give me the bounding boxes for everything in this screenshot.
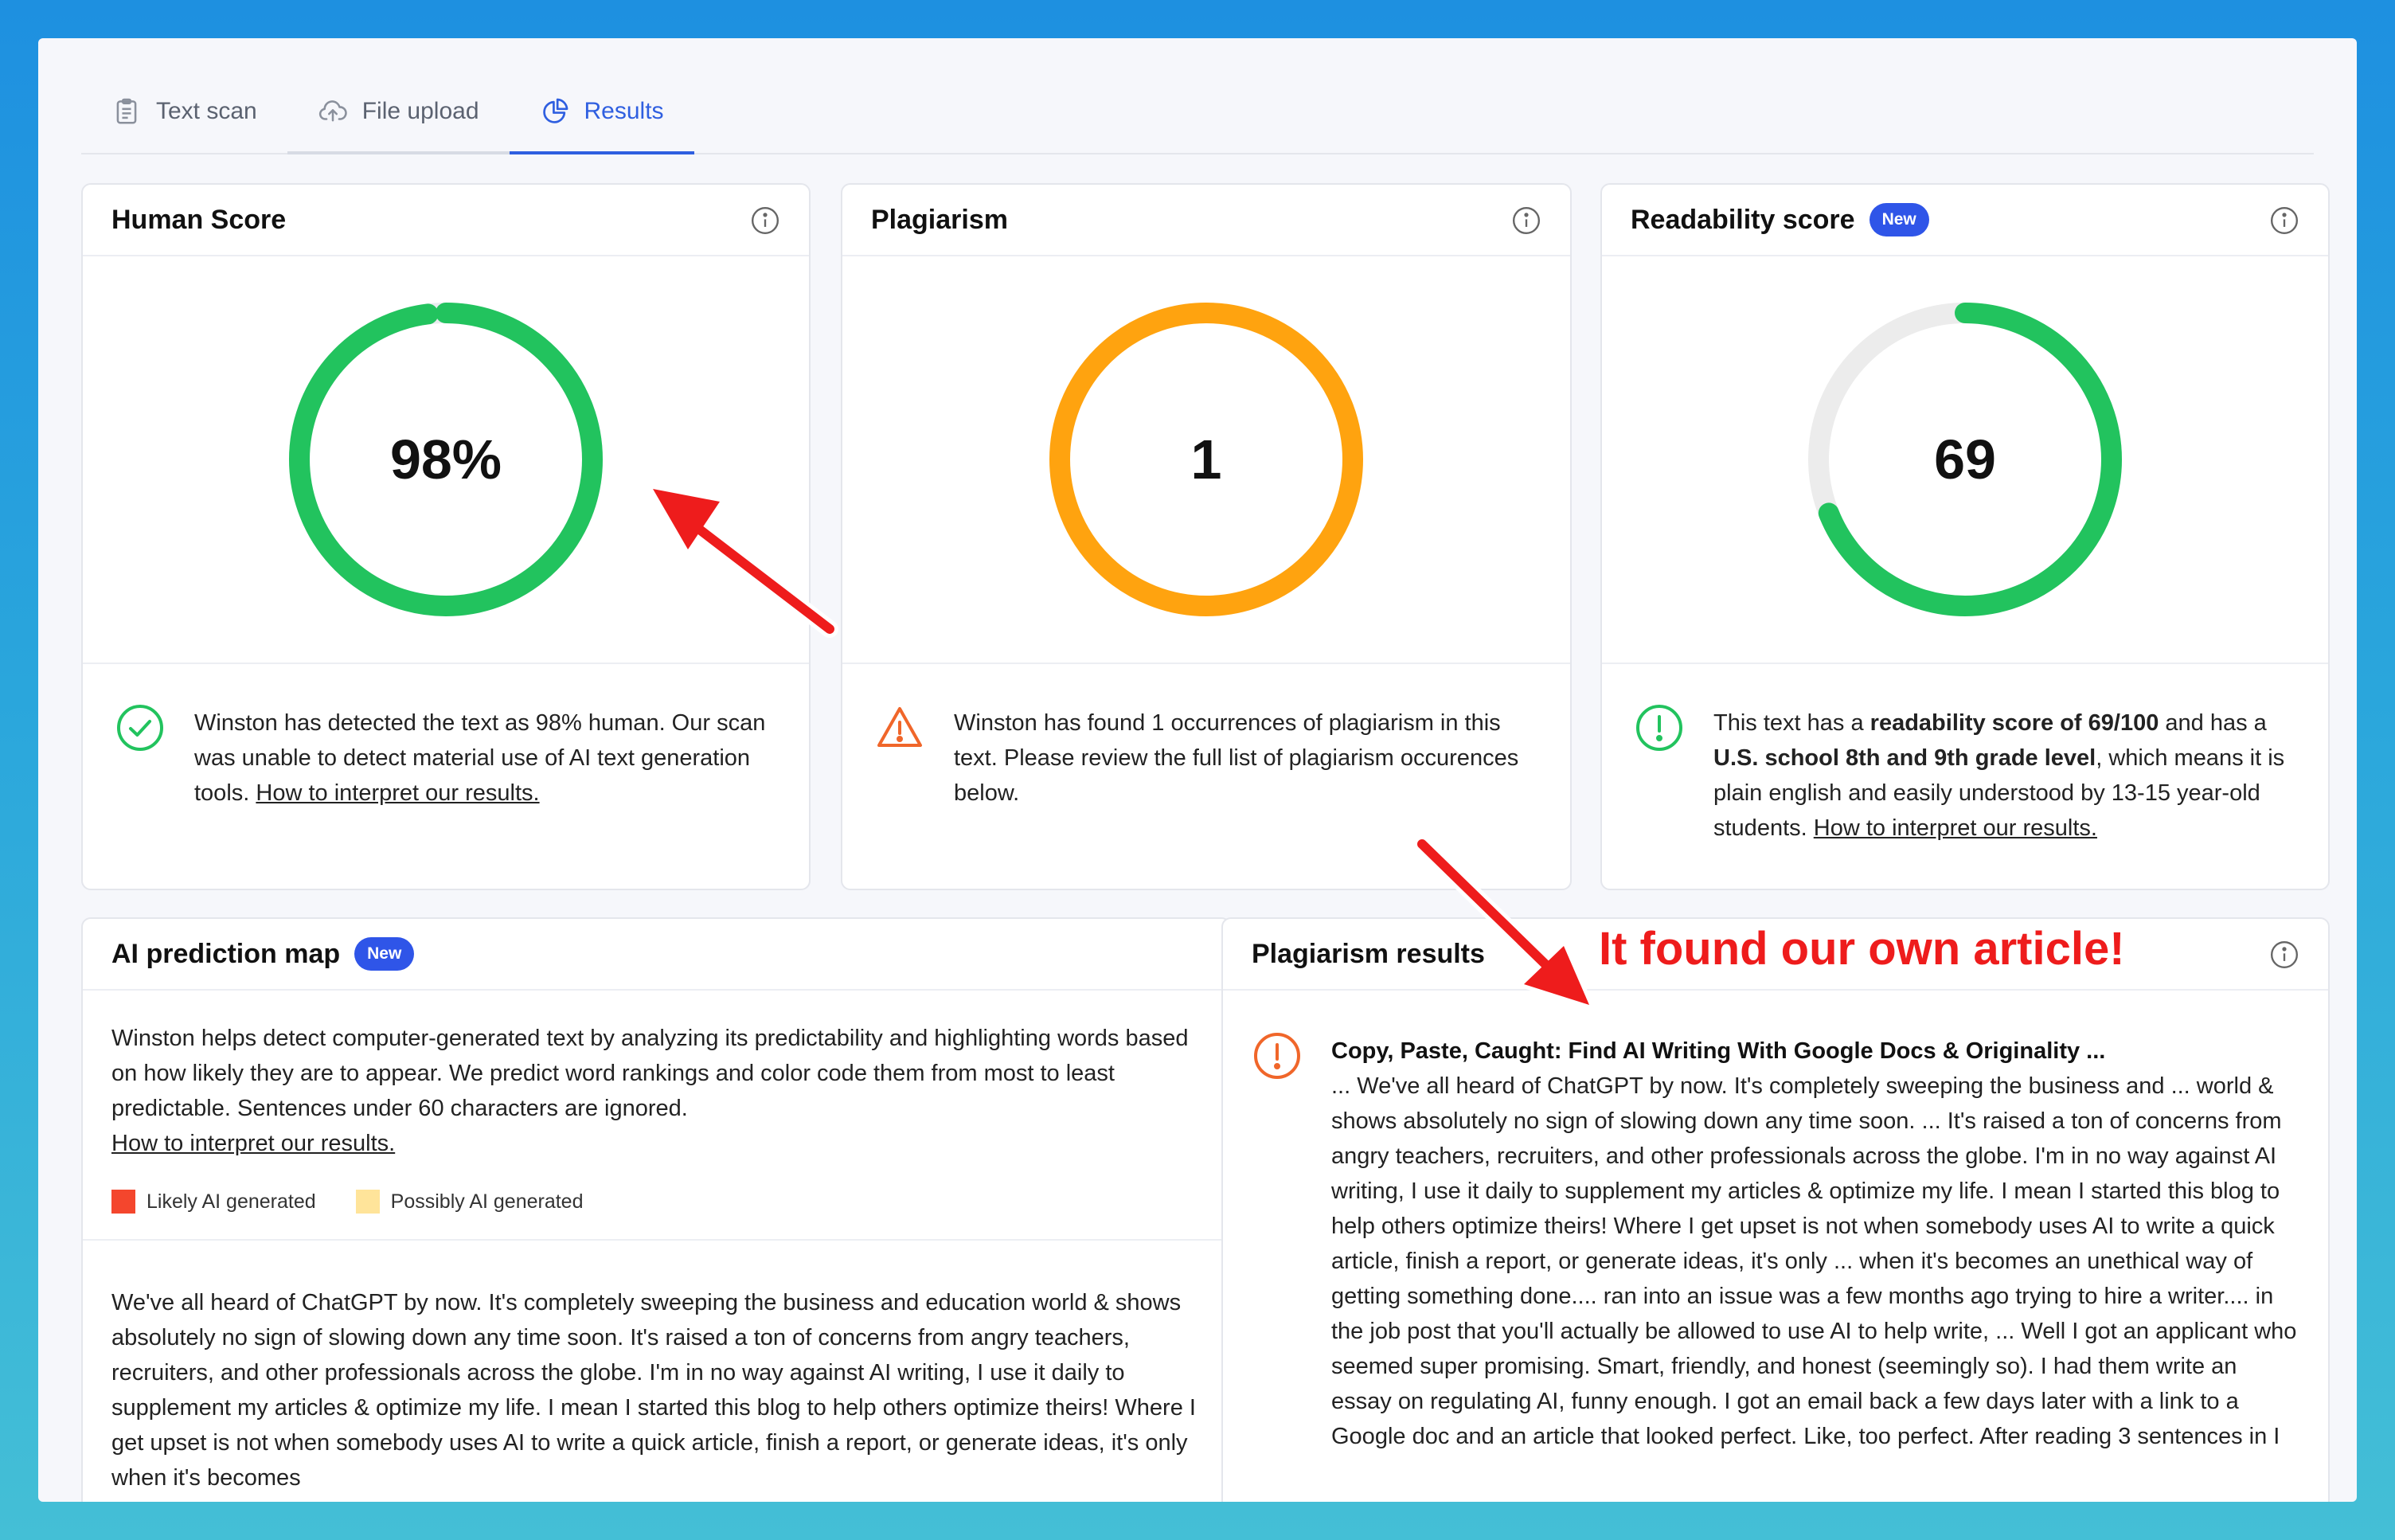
interpret-link[interactable]: How to interpret our results. — [256, 780, 539, 806]
score-ring-area: 98% — [83, 256, 809, 664]
cloud-upload-icon — [318, 100, 347, 122]
card-title: Plagiarism — [871, 204, 1008, 235]
score-ring-area: 1 — [842, 256, 1570, 664]
score-ring-area: 69 — [1602, 256, 2328, 664]
tab-text-scan[interactable]: Text scan — [81, 70, 287, 153]
ai-map-intro: Winston helps detect computer-generated … — [111, 1021, 1201, 1161]
source-title-link[interactable]: Copy, Paste, Caught: Find AI Writing Wit… — [1331, 1034, 2299, 1069]
interpret-link[interactable]: How to interpret our results. — [111, 1131, 395, 1156]
card-header: Readability score New — [1602, 185, 2328, 256]
plagiarism-count-value: 1 — [1190, 428, 1222, 491]
pie-chart-icon — [542, 98, 568, 123]
interpret-link[interactable]: How to interpret our results. — [1814, 815, 2097, 841]
info-icon[interactable] — [1511, 205, 1541, 236]
plagiarism-card: Plagiarism 1 Winston has found 1 occurre… — [841, 183, 1572, 890]
card-title: Readability score — [1631, 204, 1855, 235]
card-description: This text has a readability score of 69/… — [1602, 664, 2328, 846]
ai-prediction-map-card: AI prediction map New Winston helps dete… — [81, 917, 1231, 1502]
ai-map-legend: Likely AI generated Possibly AI generate… — [111, 1188, 1201, 1215]
plagiarism-result-item: Copy, Paste, Caught: Find AI Writing Wit… — [1223, 991, 2328, 1454]
tab-results[interactable]: Results — [509, 70, 694, 154]
tab-label: Results — [584, 98, 664, 124]
new-badge: New — [354, 937, 415, 971]
new-badge: New — [1869, 203, 1929, 236]
card-title: Human Score — [111, 204, 287, 235]
likely-ai-swatch — [111, 1190, 135, 1214]
card-description: Winston has detected the text as 98% hum… — [83, 664, 809, 811]
alert-circle-icon — [1636, 705, 1682, 751]
info-icon[interactable] — [2269, 940, 2299, 970]
description-text: This text has a readability score of 69/… — [1713, 706, 2296, 846]
analyzed-text: We've all heard of ChatGPT by now. It's … — [111, 1290, 1196, 1491]
description-text: Winston has detected the text as 98% hum… — [194, 706, 777, 811]
card-header: AI prediction map New — [83, 919, 1229, 991]
ai-map-body: Winston helps detect computer-generated … — [83, 991, 1229, 1495]
tab-label: File upload — [361, 98, 479, 124]
card-header: Plagiarism — [842, 185, 1570, 256]
human-score-value: 98% — [389, 428, 502, 491]
tab-bar: Text scan File upload Results — [81, 70, 2314, 154]
tab-label: Text scan — [156, 98, 257, 124]
warning-triangle-icon — [877, 707, 922, 747]
check-circle-icon — [117, 705, 163, 751]
legend-label: Possibly AI generated — [390, 1190, 584, 1213]
desc-part: This text has a — [1713, 710, 1870, 736]
plagiarism-result-text: Copy, Paste, Caught: Find AI Writing Wit… — [1331, 1034, 2299, 1454]
alert-circle-icon — [1254, 1033, 1300, 1079]
grade-level-highlight: U.S. school 8th and 9th grade level — [1713, 745, 2096, 771]
matched-excerpt: ... We've all heard of ChatGPT by now. I… — [1331, 1073, 2297, 1449]
readability-score-highlight: readability score of 69/100 — [1870, 710, 2159, 736]
info-icon[interactable] — [2269, 205, 2299, 236]
clipboard-icon — [116, 98, 137, 124]
legend-label: Likely AI generated — [147, 1190, 316, 1213]
app-window: Text scan File upload Results Human Scor… — [38, 38, 2357, 1502]
human-score-card: Human Score 98% Winston has detected the… — [81, 183, 811, 890]
card-description: Winston has found 1 occurrences of plagi… — [842, 664, 1570, 811]
card-header: Human Score — [83, 185, 809, 256]
readability-card: Readability score New 69 This text has a… — [1600, 183, 2330, 890]
description-text: Winston has found 1 occurrences of plagi… — [954, 710, 1519, 806]
desc-part: and has a — [2159, 710, 2267, 736]
card-title: AI prediction map — [111, 938, 341, 969]
card-title: Plagiarism results — [1252, 938, 1485, 969]
intro-text: Winston helps detect computer-generated … — [111, 1026, 1189, 1121]
plagiarism-results-card: Plagiarism results Copy, Paste, Caught: … — [1221, 917, 2330, 1502]
info-icon[interactable] — [750, 205, 780, 236]
readability-score-value: 69 — [1934, 428, 1996, 491]
annotation-callout: It found our own article! — [1599, 923, 2125, 975]
tab-file-upload[interactable]: File upload — [287, 70, 510, 154]
possibly-ai-swatch — [355, 1190, 380, 1214]
